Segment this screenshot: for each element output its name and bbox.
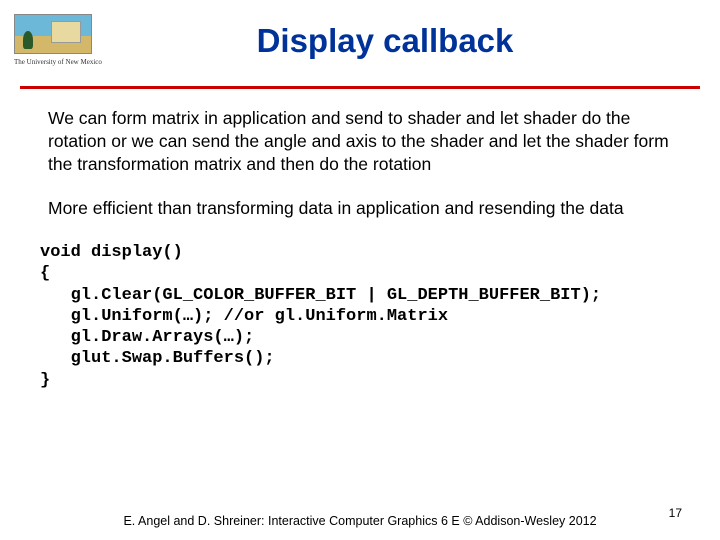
paragraph-1: We can form matrix in application and se…: [48, 107, 672, 175]
code-line-5: gl.Draw.Arrays(…);: [40, 328, 254, 347]
code-line-6: glut.Swap.Buffers();: [40, 349, 275, 368]
footer-credit: E. Angel and D. Shreiner: Interactive Co…: [0, 514, 720, 528]
slide-number: 17: [669, 506, 682, 520]
logo-image: [14, 14, 92, 54]
code-line-7: }: [40, 371, 50, 390]
code-line-3: gl.Clear(GL_COLOR_BUFFER_BIT | GL_DEPTH_…: [40, 286, 601, 305]
paragraph-2: More efficient than transforming data in…: [48, 197, 672, 220]
slide-content: We can form matrix in application and se…: [0, 89, 720, 220]
code-line-2: {: [40, 264, 50, 283]
university-name: The University of New Mexico: [14, 58, 119, 66]
code-line-1: void display(): [40, 243, 183, 262]
logo-tree-icon: [23, 31, 33, 49]
code-line-4: gl.Uniform(…); //or gl.Uniform.Matrix: [40, 307, 448, 326]
code-block: void display() { gl.Clear(GL_COLOR_BUFFE…: [0, 242, 720, 391]
logo-building-icon: [51, 21, 81, 43]
university-logo: The University of New Mexico: [14, 14, 119, 66]
